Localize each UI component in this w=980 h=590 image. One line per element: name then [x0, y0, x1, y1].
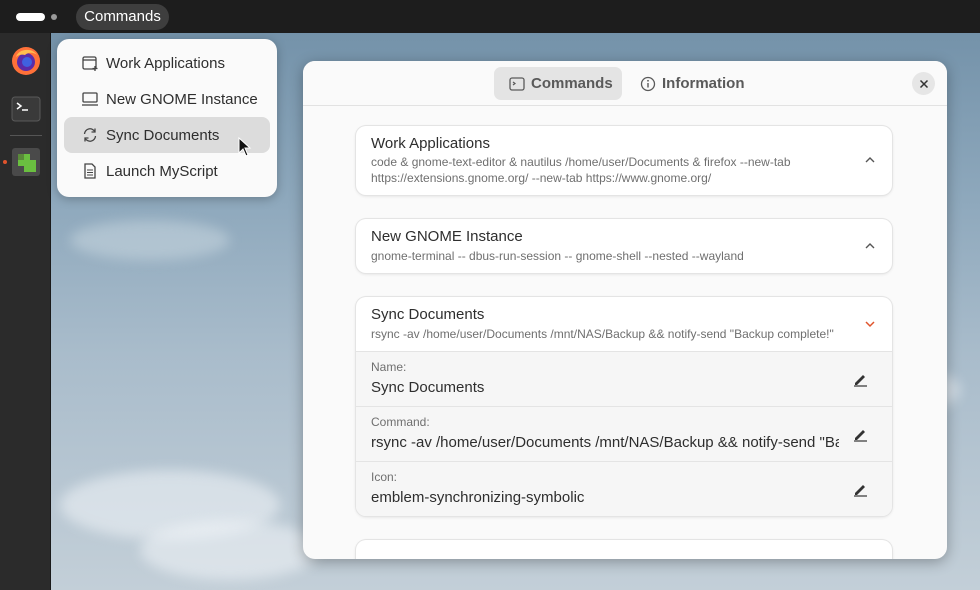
close-icon — [919, 79, 928, 88]
command-card-sync-documents[interactable]: Sync Documents rsync -av /home/user/Docu… — [356, 297, 892, 516]
field-label: Command: — [371, 415, 430, 429]
field-row-icon: Icon: emblem-synchronizing-symbolic — [356, 461, 892, 516]
tab-label: Commands — [531, 75, 613, 92]
tab-information[interactable]: Information — [625, 67, 753, 100]
terminal-icon[interactable] — [10, 93, 42, 125]
commands-popup-menu: Work Applications New GNOME Instance Syn… — [57, 39, 277, 197]
close-button[interactable] — [912, 72, 935, 95]
chevron-down-icon[interactable] — [864, 318, 876, 330]
menu-item-launch-myscript[interactable]: Launch MyScript — [64, 153, 270, 189]
commands-list: Work Applications code & gnome-text-edit… — [303, 107, 947, 559]
command-card-new-gnome-instance[interactable]: New GNOME Instance gnome-terminal -- dbu… — [356, 219, 892, 273]
computer-icon — [81, 90, 99, 108]
command-text: rsync -av /home/user/Documents /mnt/NAS/… — [371, 327, 834, 341]
command-title: New GNOME Instance — [371, 228, 523, 245]
field-value: emblem-synchronizing-symbolic — [371, 489, 585, 506]
edit-pencil-icon[interactable] — [852, 426, 868, 442]
extensions-icon[interactable] — [10, 146, 42, 178]
info-icon — [640, 76, 656, 92]
menu-item-label: Work Applications — [106, 54, 225, 72]
command-title: Sync Documents — [371, 306, 485, 323]
window-header: Commands Information — [303, 61, 947, 106]
window-new-icon — [81, 54, 99, 72]
command-card-work-applications[interactable]: Work Applications code & gnome-text-edit… — [356, 126, 892, 195]
menu-item-new-gnome-instance[interactable]: New GNOME Instance — [64, 81, 270, 117]
wallpaper-cloud — [140, 520, 320, 580]
edit-pencil-icon[interactable] — [852, 481, 868, 497]
field-label: Icon: — [371, 470, 398, 484]
workspace-dot[interactable] — [51, 14, 57, 20]
edit-pencil-icon[interactable] — [852, 371, 868, 387]
dock-separator — [10, 135, 42, 136]
menu-item-label: Launch MyScript — [106, 162, 218, 180]
field-row-name: Name: Sync Documents — [356, 351, 892, 406]
chevron-up-icon[interactable] — [864, 154, 876, 166]
dock — [0, 33, 51, 590]
field-label: Name: — [371, 360, 407, 374]
menu-item-work-applications[interactable]: Work Applications — [64, 45, 270, 81]
tab-commands[interactable]: Commands — [494, 67, 622, 100]
command-text: gnome-terminal -- dbus-run-session -- gn… — [371, 249, 744, 263]
sync-icon — [81, 126, 99, 144]
field-value: rsync -av /home/user/Documents /mnt/NAS/… — [371, 434, 839, 451]
firefox-icon[interactable] — [10, 45, 42, 77]
command-text: code & gnome-text-editor & nautilus /hom… — [371, 155, 791, 185]
document-icon — [81, 162, 99, 180]
tab-label: Information — [662, 75, 745, 92]
menu-item-label: New GNOME Instance — [106, 90, 258, 108]
activities-indicator[interactable] — [16, 13, 45, 21]
wallpaper-cloud — [70, 220, 230, 260]
terminal-small-icon — [509, 76, 525, 92]
mouse-cursor-icon — [238, 137, 252, 157]
field-value: Sync Documents — [371, 379, 485, 396]
top-bar: Commands — [0, 0, 980, 33]
chevron-up-icon[interactable] — [864, 240, 876, 252]
commands-panel-button[interactable]: Commands — [76, 4, 169, 30]
field-row-command: Command: rsync -av /home/user/Documents … — [356, 406, 892, 461]
command-card-launch-myscript[interactable] — [356, 540, 892, 559]
running-indicator — [3, 160, 7, 164]
command-title: Work Applications — [371, 135, 490, 152]
preferences-window: Commands Information Work Applications c… — [303, 61, 947, 559]
menu-item-label: Sync Documents — [106, 126, 220, 144]
